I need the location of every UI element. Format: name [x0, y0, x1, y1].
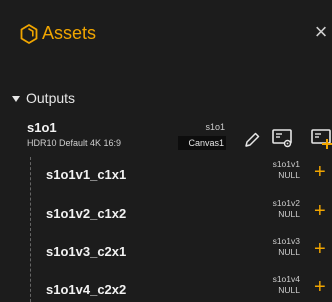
child-name: s1o1v4_c2x2: [46, 282, 127, 297]
output-item-s1o1[interactable]: s1o1 HDR10 Default 4K 16:9 s1o1 Canvas1: [0, 114, 332, 158]
list-item[interactable]: s1o1v3_c2x1 s1o1v3 NULL +: [0, 234, 332, 270]
child-id: s1o1v3: [272, 236, 300, 246]
child-value: NULL: [278, 170, 300, 180]
child-id: s1o1v4: [272, 274, 300, 284]
child-name: s1o1v1_c1x1: [46, 167, 127, 182]
add-icon[interactable]: +: [314, 239, 332, 259]
child-name: s1o1v2_c1x2: [46, 206, 127, 221]
list-item[interactable]: s1o1v1_c1x1 s1o1v1 NULL +: [0, 157, 332, 193]
panel-header: Assets ×: [0, 0, 332, 66]
add-icon[interactable]: +: [314, 277, 332, 297]
hexagon-icon: [20, 24, 38, 44]
canvas-badge: Canvas1: [178, 136, 226, 150]
panel-title: Assets: [42, 23, 97, 43]
list-item[interactable]: s1o1v4_c2x2 s1o1v4 NULL +: [0, 272, 332, 302]
output-name: s1o1: [27, 120, 57, 135]
child-value: NULL: [278, 285, 300, 295]
add-icon[interactable]: +: [314, 162, 332, 182]
child-value: NULL: [278, 247, 300, 257]
child-value: NULL: [278, 209, 300, 219]
close-button[interactable]: ×: [310, 20, 332, 44]
outputs-section-toggle[interactable]: Outputs: [12, 88, 75, 108]
output-settings-icon[interactable]: [271, 128, 295, 150]
child-name: s1o1v3_c2x1: [46, 244, 127, 259]
add-output-view-icon[interactable]: [310, 128, 332, 150]
edit-pencil-icon[interactable]: [242, 130, 262, 150]
assets-panel: Assets × Outputs s1o1 HDR10 Default 4K 1…: [0, 0, 332, 302]
outputs-section-label: Outputs: [26, 90, 76, 106]
child-id: s1o1v2: [272, 198, 300, 208]
child-id: s1o1v1: [272, 159, 300, 169]
expand-triangle-icon: [12, 95, 20, 102]
list-item[interactable]: s1o1v2_c1x2 s1o1v2 NULL +: [0, 196, 332, 232]
output-id: s1o1: [205, 122, 225, 132]
add-icon[interactable]: +: [314, 201, 332, 221]
output-format: HDR10 Default 4K 16:9: [27, 138, 122, 148]
